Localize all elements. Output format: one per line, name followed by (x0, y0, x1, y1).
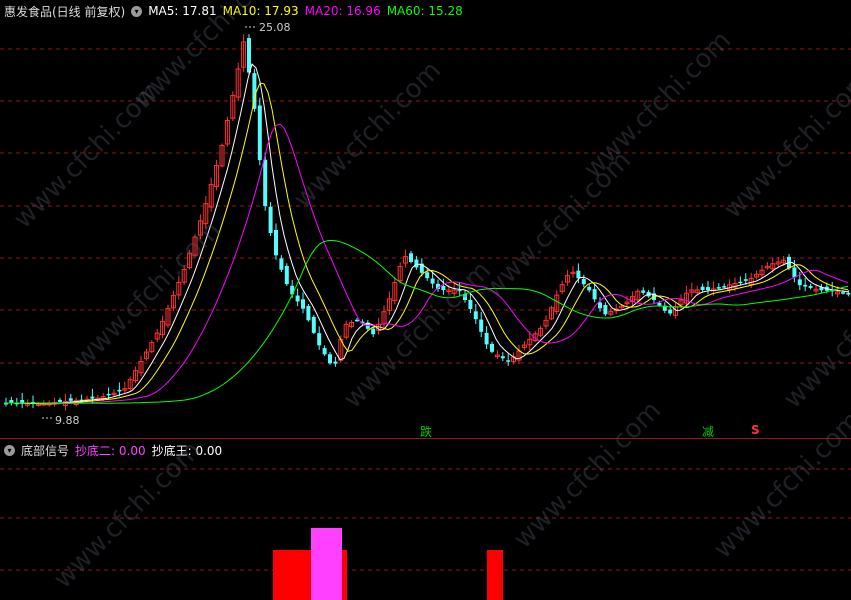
candle-body (409, 253, 413, 262)
candle-body (803, 284, 808, 287)
candle-body (268, 206, 273, 233)
candle-body (247, 38, 251, 73)
low-price-label: 9.88 (55, 414, 80, 427)
candle-body (117, 389, 122, 392)
signal-bar (487, 550, 503, 600)
candle-body (371, 328, 376, 335)
marker-jian: 减 (702, 425, 715, 439)
signal-title: 底部信号 (21, 443, 70, 458)
candle-body (641, 290, 646, 293)
candle-body (479, 319, 484, 332)
candle-body (576, 270, 581, 279)
candle-body (722, 286, 727, 288)
chaodi2-label: 抄底二: 0.00 (75, 443, 146, 458)
candle-body (306, 306, 311, 321)
candle-body (716, 287, 721, 289)
candle-body (311, 316, 316, 333)
candle-body (500, 356, 505, 359)
candle-body (279, 258, 284, 270)
kline-chart[interactable] (0, 0, 851, 438)
candle-body (506, 360, 511, 362)
candle-body (797, 279, 802, 286)
candle-body (58, 399, 62, 402)
candle-body (430, 278, 435, 284)
candle-body (484, 332, 489, 345)
candle-body (468, 299, 473, 309)
candle-body (743, 279, 748, 281)
marker-s: S (751, 423, 760, 437)
ma5-label: MA5: 17.81 (148, 4, 217, 18)
candle-body (581, 279, 586, 285)
marker-die: 跌 (420, 425, 433, 439)
candle-body (738, 281, 743, 284)
ma20-label: MA20: 16.96 (304, 4, 381, 18)
chaodiwang-label: 抄底王: 0.00 (151, 443, 223, 458)
candle-body (808, 286, 813, 288)
signal-panel[interactable]: ▾ 底部信号 抄底二: 0.00 抄底王: 0.00 (0, 439, 851, 600)
candle-body (425, 272, 430, 279)
candle-body (301, 299, 305, 309)
candle-body (592, 289, 597, 300)
candle-body (700, 286, 705, 290)
candle-body (90, 396, 95, 399)
ma20-line (4, 123, 849, 404)
candle-body (355, 319, 359, 322)
settings-dropdown-icon[interactable]: ▾ (4, 444, 15, 456)
candle-body (473, 311, 478, 320)
candle-body (252, 73, 257, 109)
candle-body (333, 361, 338, 364)
candle-body (846, 292, 851, 295)
high-price-label: 25.08 (259, 21, 291, 34)
candle-body (841, 292, 845, 294)
candle-body (490, 343, 494, 352)
candle-body (263, 159, 268, 206)
candle-body (706, 287, 710, 290)
candle-body (328, 354, 332, 364)
main-chart-panel[interactable]: 惠发食品(日线 前复权) ▾ MA5: 17.81 MA10: 17.93 MA… (0, 0, 851, 439)
candle-body (668, 309, 673, 314)
signal-bar (311, 528, 342, 600)
candle-body (603, 305, 608, 315)
ma5-line (4, 63, 849, 405)
ma10-label: MA10: 17.93 (222, 4, 299, 18)
candle-body (414, 259, 419, 268)
ma10-line (4, 82, 849, 405)
candle-body (322, 348, 327, 355)
candle-body (317, 333, 322, 346)
candle-body (587, 286, 592, 291)
candle-body (106, 393, 111, 396)
candle-body (657, 302, 662, 306)
signal-header: ▾ 底部信号 抄底二: 0.00 抄底王: 0.00 (4, 441, 228, 459)
candle-body (257, 105, 262, 161)
candle-body (295, 295, 300, 302)
candle-body (792, 267, 797, 278)
main-header: 惠发食品(日线 前复权) ▾ MA5: 17.81 MA10: 17.93 MA… (4, 2, 469, 20)
candle-body (284, 265, 289, 285)
settings-dropdown-icon[interactable]: ▾ (131, 5, 143, 17)
candle-body (68, 398, 73, 401)
stock-name: 惠发食品(日线 前复权) (4, 4, 126, 19)
ma60-label: MA60: 15.28 (386, 4, 463, 18)
candle-body (598, 302, 602, 309)
candle-body (441, 285, 446, 290)
candle-body (290, 285, 295, 295)
signal-chart[interactable] (0, 439, 851, 600)
candle-body (274, 230, 278, 256)
